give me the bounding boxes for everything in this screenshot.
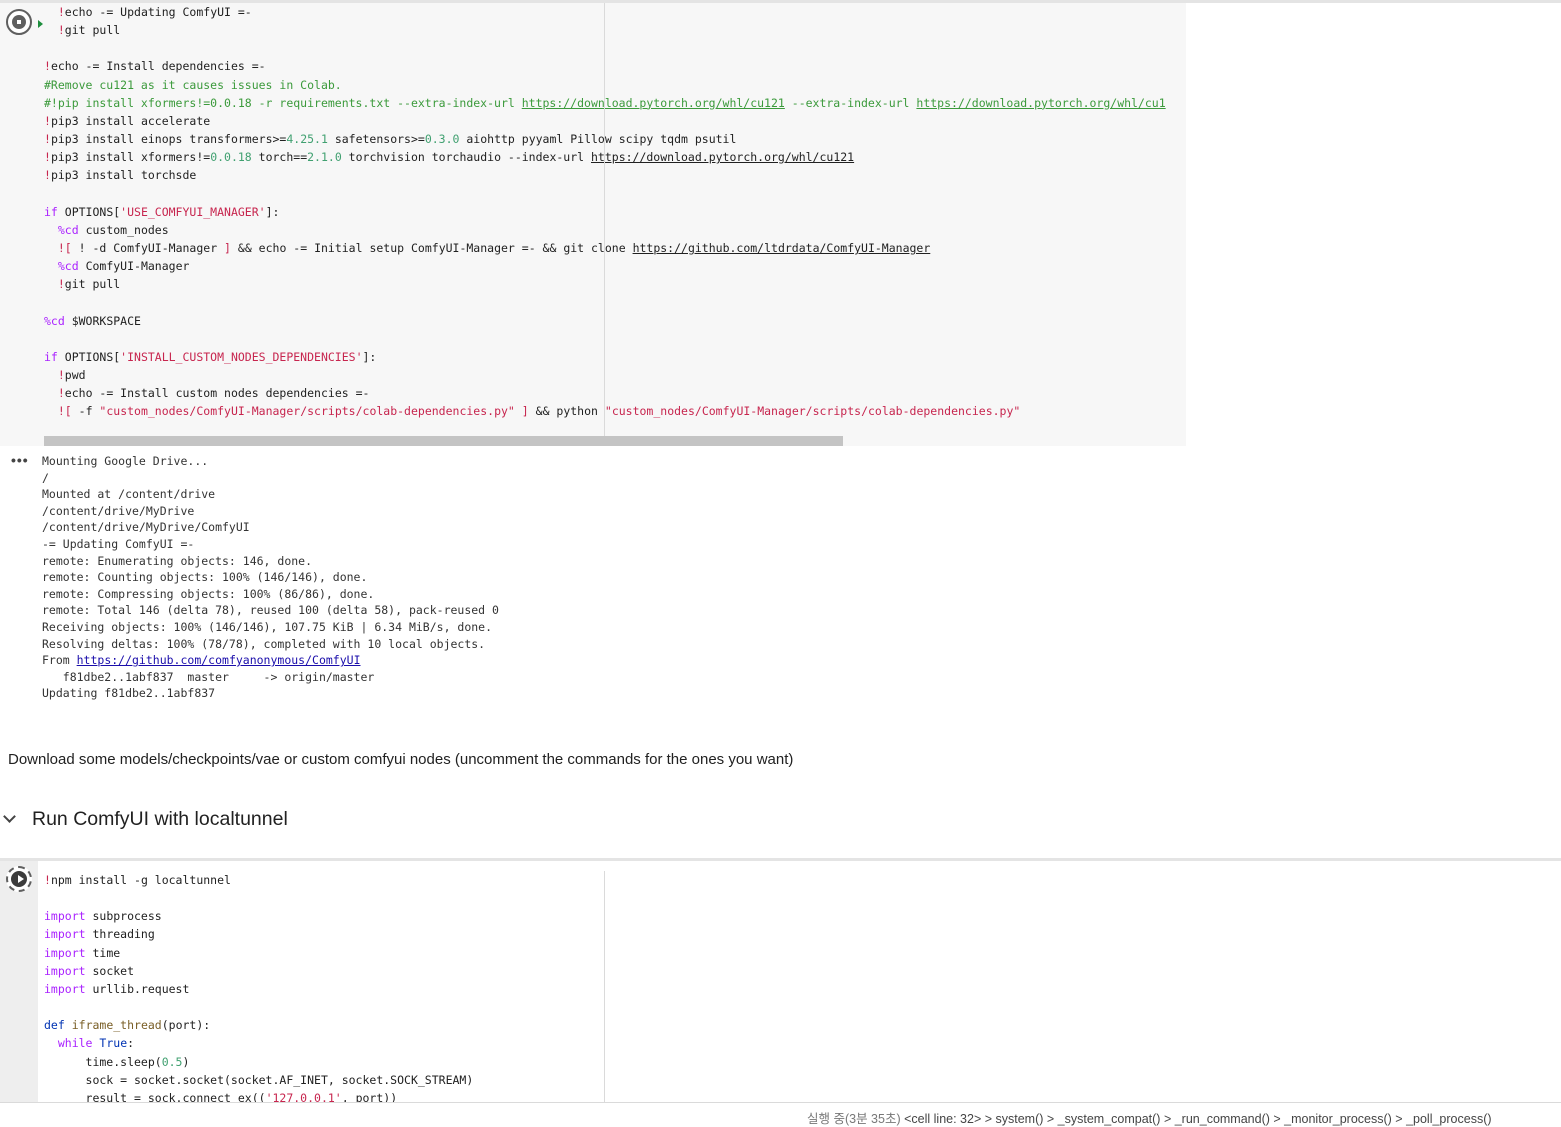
code-line: remote: Enumerating objects: 146, done. <box>42 553 313 568</box>
code-line: !npm install -g localtunnel <box>44 873 231 887</box>
code-ruler-2 <box>604 871 605 1102</box>
code-line: def iframe_thread(port): <box>44 1018 211 1033</box>
more-horiz-icon[interactable]: ••• <box>11 452 29 468</box>
code-line: Mounting Google Drive... <box>42 454 209 468</box>
code-line: Resolving deltas: 100% (78/78), complete… <box>42 636 486 651</box>
code-line: remote: Compressing objects: 100% (86/86… <box>42 586 375 601</box>
code-cell-2-source[interactable]: !npm install -g localtunnel import subpr… <box>44 871 473 1102</box>
elapsed-time: 실행 중(3분 35초) <box>807 1112 901 1126</box>
run-cell-icon[interactable] <box>6 866 32 892</box>
code-line: f81dbe2..1abf837 master -> origin/master <box>42 669 375 684</box>
code-line: import subprocess <box>44 909 162 924</box>
code-line: import socket <box>44 963 135 978</box>
code-line: time.sleep(0.5) <box>44 1054 190 1069</box>
stop-cell-icon[interactable] <box>6 9 32 35</box>
code-line: remote: Counting objects: 100% (146/146)… <box>42 570 368 585</box>
code-cell-2[interactable]: !npm install -g localtunnel import subpr… <box>38 861 1561 1102</box>
code-line: Updating f81dbe2..1abf837 <box>42 686 216 701</box>
code-line: while True: <box>57 1036 135 1051</box>
code-line: / <box>42 470 49 485</box>
cell-1-output: Mounting Google Drive... / Mounted at /con… <box>42 453 499 702</box>
expand-triangle-icon[interactable] <box>38 20 43 28</box>
code-line: import urllib.request <box>44 981 190 996</box>
call-trace: <cell line: 32> > system() > _system_com… <box>904 1112 1492 1126</box>
code-line: import time <box>44 945 121 960</box>
code-ruler <box>604 3 605 446</box>
status-bar: 실행 중(3분 35초) <cell line: 32> > system() … <box>0 1102 1561 1127</box>
code-line: result = sock.connect_ex(('127.0.0.1', p… <box>44 1090 398 1102</box>
section-title: Run ComfyUI with localtunnel <box>32 808 288 830</box>
code-line: -= Updating ComfyUI =- <box>42 536 195 551</box>
code-line: /content/drive/MyDrive <box>42 503 195 518</box>
cell-1-gutter <box>0 3 38 446</box>
code-line: /content/drive/MyDrive/ComfyUI <box>42 520 250 535</box>
execution-status[interactable]: 실행 중(3분 35초) <cell line: 32> > system() … <box>807 1108 1492 1127</box>
chevron-down-icon[interactable] <box>3 810 16 823</box>
code-line: Mounted at /content/drive <box>42 487 216 502</box>
cell-2-gutter <box>0 861 38 1102</box>
code-line: import threading <box>44 927 155 942</box>
code-line: From https://github.com/comfyanonymous/C… <box>42 653 361 668</box>
horizontal-scrollbar[interactable] <box>44 436 843 446</box>
code-line: remote: Total 146 (delta 78), reused 100… <box>42 603 499 618</box>
code-line: Receiving objects: 100% (146/146), 107.7… <box>42 619 493 634</box>
code-line: sock = socket.socket(socket.AF_INET, soc… <box>44 1072 474 1087</box>
text-cell[interactable]: Download some models/checkpoints/vae or … <box>8 751 793 768</box>
